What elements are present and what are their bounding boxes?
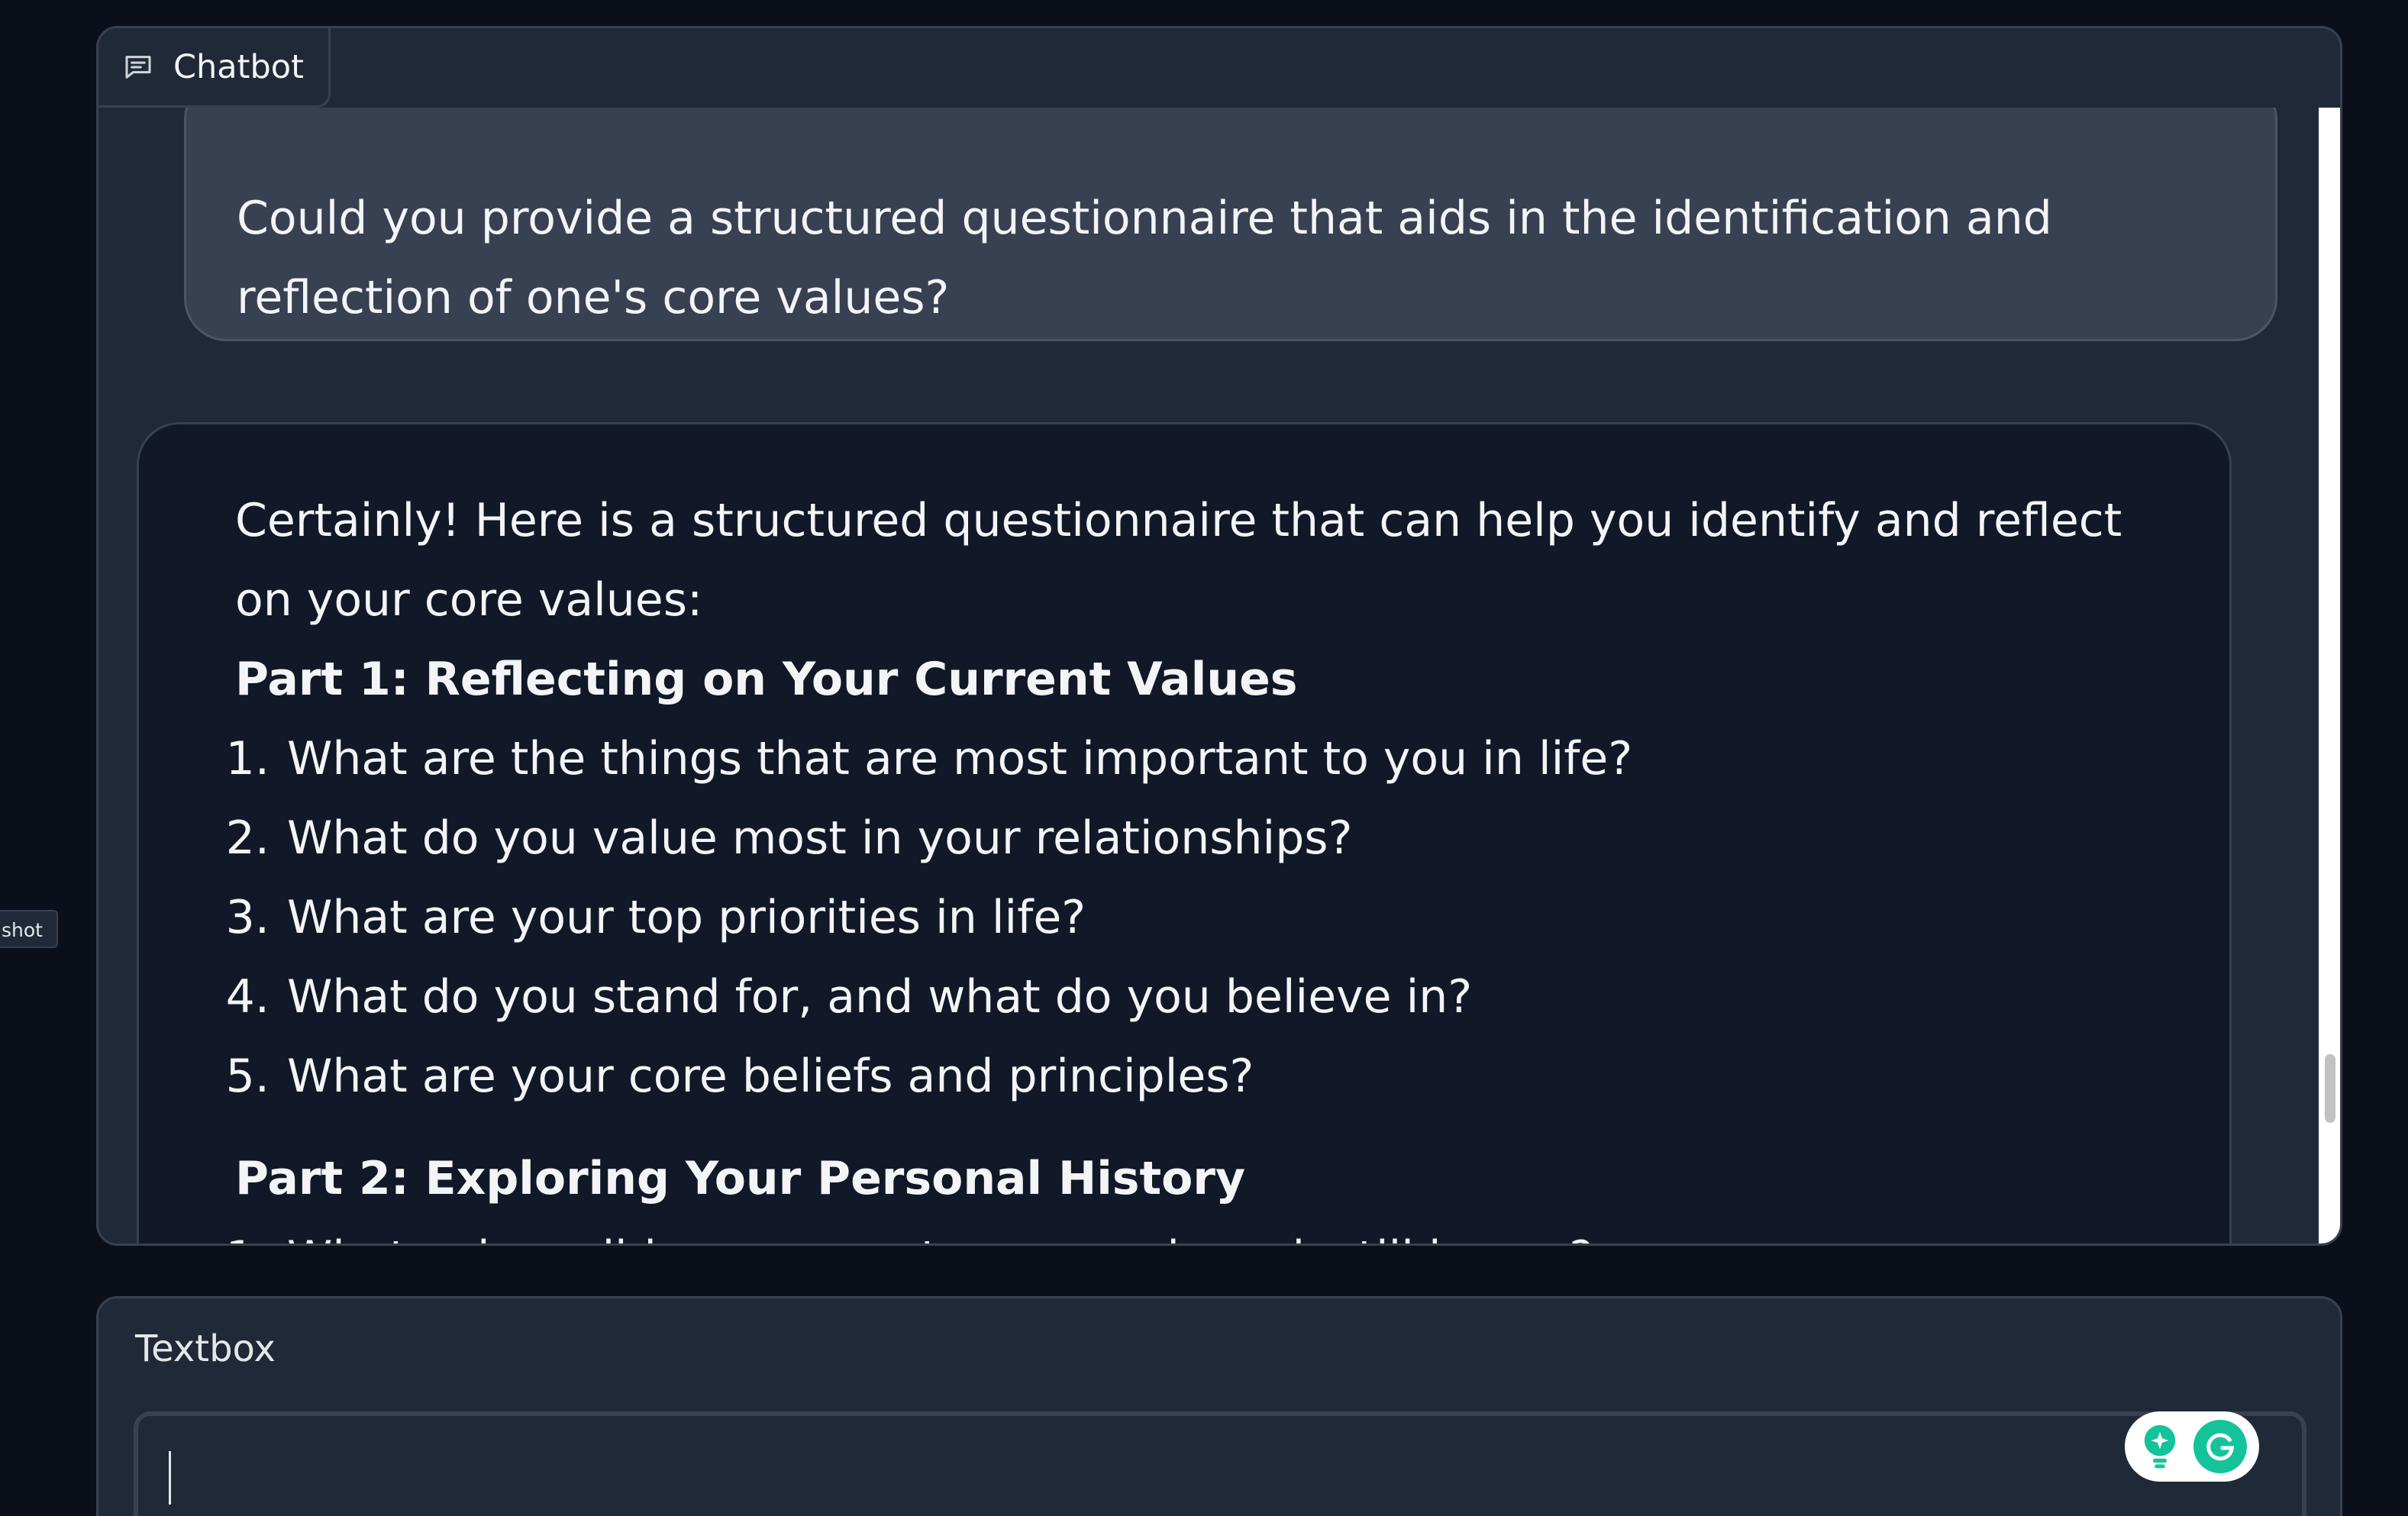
chat-bubble-icon	[123, 52, 153, 82]
question-item: What are your core beliefs and principle…	[284, 1037, 2161, 1116]
chatbot-panel: Chatbot Could you provide a structured q…	[96, 26, 2342, 1246]
bot-intro: Certainly! Here is a structured question…	[235, 494, 2122, 627]
textbox-panel: Textbox	[96, 1296, 2342, 1516]
textbox-label: Textbox	[135, 1327, 276, 1370]
bot-message: Certainly! Here is a structured question…	[137, 422, 2232, 1243]
grammarly-widget[interactable]	[2125, 1411, 2259, 1482]
screenshot-tab[interactable]: shot	[0, 910, 58, 948]
question-list: What values did your parents or caregive…	[235, 1218, 2161, 1243]
chatbot-label-text: Chatbot	[173, 47, 304, 86]
user-message: Could you provide a structured questionn…	[184, 108, 2277, 341]
part-title: Part 1: Reflecting on Your Current Value…	[235, 653, 1298, 706]
lightbulb-icon[interactable]	[2137, 1421, 2183, 1472]
chat-history[interactable]: Could you provide a structured questionn…	[98, 108, 2314, 1243]
question-list: What are the things that are most import…	[235, 719, 2161, 1116]
text-caret	[169, 1451, 171, 1505]
question-item: What values did your parents or caregive…	[284, 1218, 2161, 1243]
question-item: What do you value most in your relations…	[284, 798, 2161, 878]
question-item: What are your top priorities in life?	[284, 878, 2161, 957]
app-root: shot Chatbot Could you provide a structu…	[0, 0, 2408, 1516]
question-item: What do you stand for, and what do you b…	[284, 957, 2161, 1037]
chatbot-label: Chatbot	[98, 28, 331, 108]
chat-scrollbar-thumb[interactable]	[2325, 1054, 2335, 1123]
chat-scrollbar[interactable]	[2319, 108, 2340, 1243]
question-item: What are the things that are most import…	[284, 719, 2161, 798]
part-title: Part 2: Exploring Your Personal History	[235, 1152, 1246, 1205]
grammarly-g-icon[interactable]	[2193, 1420, 2247, 1473]
message-input[interactable]	[134, 1411, 2306, 1516]
